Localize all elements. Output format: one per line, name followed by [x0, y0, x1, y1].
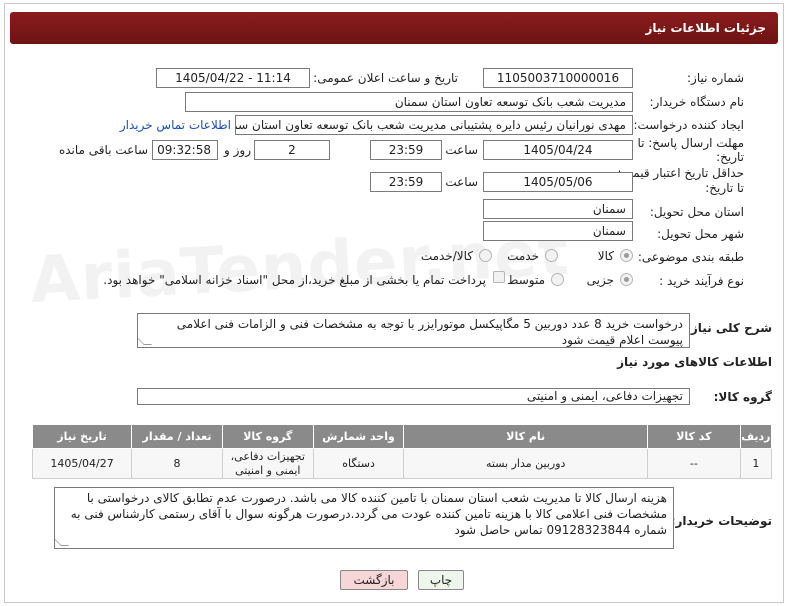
resize-handle-icon[interactable]: [55, 538, 69, 546]
goods-group-label: گروه کالا:: [713, 390, 772, 404]
buyer-notes-label: توضیحات خریدار:: [670, 514, 772, 528]
days-label: روز و: [224, 143, 251, 157]
items-table-header: ردیف کد کالا نام کالا واحد شمارش گروه کا…: [31, 424, 773, 449]
col-code: کد کالا: [646, 424, 741, 449]
table-row: 1 -- دوربین مدار بسته دستگاه تجهیزات دفا…: [31, 448, 773, 479]
announce-field: 1405/04/22 - 11:14: [156, 68, 310, 88]
col-quantity: تعداد / مقدار: [131, 424, 223, 449]
remaining-time: 09:32:58: [152, 140, 218, 160]
reply-deadline-time: 23:59: [370, 140, 442, 160]
cell-name: دوربین مدار بسته: [403, 448, 648, 479]
col-row: ردیف: [739, 424, 773, 449]
price-validity-date: 1405/05/06: [483, 172, 633, 192]
cell-code: --: [646, 448, 741, 479]
cell-group: تجهیزات دفاعی، ایمنی و امنیتی: [221, 448, 314, 479]
col-name: نام کالا: [403, 424, 648, 449]
items-table: ردیف کد کالا نام کالا واحد شمارش گروه کا…: [31, 424, 773, 479]
col-need-date: تاریخ نیاز: [31, 424, 133, 449]
delivery-city-label: شهر محل تحویل:: [657, 227, 744, 241]
purchase-radio-medium[interactable]: [551, 273, 564, 286]
remaining-time-label: ساعت باقی مانده: [58, 143, 148, 157]
category-radio-both[interactable]: [479, 249, 492, 262]
delivery-province-label: استان محل تحویل:: [649, 205, 744, 219]
category-radio-goods[interactable]: [620, 249, 633, 262]
buyer-org-field: مدیریت شعب بانک توسعه تعاون استان سمنان: [185, 92, 633, 112]
price-validity-time: 23:59: [370, 172, 442, 192]
page-title-bar: جزئیات اطلاعات نیاز: [10, 12, 778, 44]
price-validity-label: حداقل تاریخ اعتبار قیمت:: [617, 166, 744, 180]
purchase-option-medium: متوسط: [507, 273, 545, 287]
delivery-province-field: سمنان: [483, 199, 633, 219]
price-time-label: ساعت: [445, 175, 478, 189]
reply-deadline-label: مهلت ارسال پاسخ: تا: [637, 136, 744, 150]
back-button[interactable]: بازگشت: [340, 570, 408, 590]
announce-label: تاریخ و ساعت اعلان عمومی:: [313, 71, 458, 85]
resize-handle-icon[interactable]: [138, 337, 152, 345]
buyer-notes-text: هزینه ارسال کالا تا مدیریت شعب استان سمن…: [70, 491, 667, 537]
goods-group-field: تجهیزات دفاعی، ایمنی و امنیتی: [137, 388, 690, 405]
remaining-days: 2: [254, 140, 330, 160]
buyer-org-label: نام دستگاه خریدار:: [649, 95, 745, 109]
treasury-checkbox[interactable]: [493, 271, 505, 283]
category-radio-service[interactable]: [545, 249, 558, 262]
purchase-radio-minor[interactable]: [620, 273, 633, 286]
treasury-note: پرداخت تمام یا بخشی از مبلغ خرید،از محل …: [103, 273, 486, 287]
delivery-city-field: سمنان: [483, 221, 633, 241]
general-desc-field[interactable]: درخواست خرید 8 عدد دوربین 5 مگاپیکسل موت…: [137, 313, 690, 348]
category-option-both: کالا/خدمت: [420, 249, 473, 263]
cell-row: 1: [739, 448, 773, 479]
purchase-option-minor: جزیی: [586, 273, 614, 287]
col-group: گروه کالا: [221, 424, 314, 449]
reply-time-label: ساعت: [445, 143, 478, 157]
page-title: جزئیات اطلاعات نیاز: [645, 21, 766, 35]
price-validity-label-2: تا تاریخ:: [705, 181, 744, 195]
need-number-label: شماره نیاز:: [687, 71, 744, 85]
need-number-field: 1105003710000016: [483, 68, 633, 88]
requester-label: ایجاد کننده درخواست:: [633, 118, 744, 132]
cell-quantity: 8: [131, 448, 223, 479]
reply-deadline-date: 1405/04/24: [483, 140, 633, 160]
cell-need-date: 1405/04/27: [31, 448, 133, 479]
buyer-contact-link[interactable]: اطلاعات تماس خریدار: [120, 118, 231, 132]
purchase-type-label: نوع فرآیند خرید :: [659, 274, 744, 288]
general-desc-label: شرح کلی نیاز:: [686, 321, 772, 335]
requester-field: مهدی نورانیان رئیس دایره پشتیبانی مدیریت…: [235, 115, 633, 135]
cell-unit: دستگاه: [312, 448, 405, 479]
print-button[interactable]: چاپ: [418, 570, 464, 590]
category-option-goods: کالا: [597, 249, 614, 263]
general-desc-text: درخواست خرید 8 عدد دوربین 5 مگاپیکسل موت…: [176, 317, 683, 347]
buyer-notes-field[interactable]: هزینه ارسال کالا تا مدیریت شعب استان سمن…: [54, 487, 674, 549]
col-unit: واحد شمارش: [312, 424, 405, 449]
category-label: طبقه بندی موضوعی:: [637, 250, 744, 264]
category-option-service: خدمت: [507, 249, 539, 263]
goods-info-title: اطلاعات کالاهای مورد نیاز: [617, 355, 772, 369]
reply-deadline-label-2: تاریخ:: [716, 150, 744, 164]
